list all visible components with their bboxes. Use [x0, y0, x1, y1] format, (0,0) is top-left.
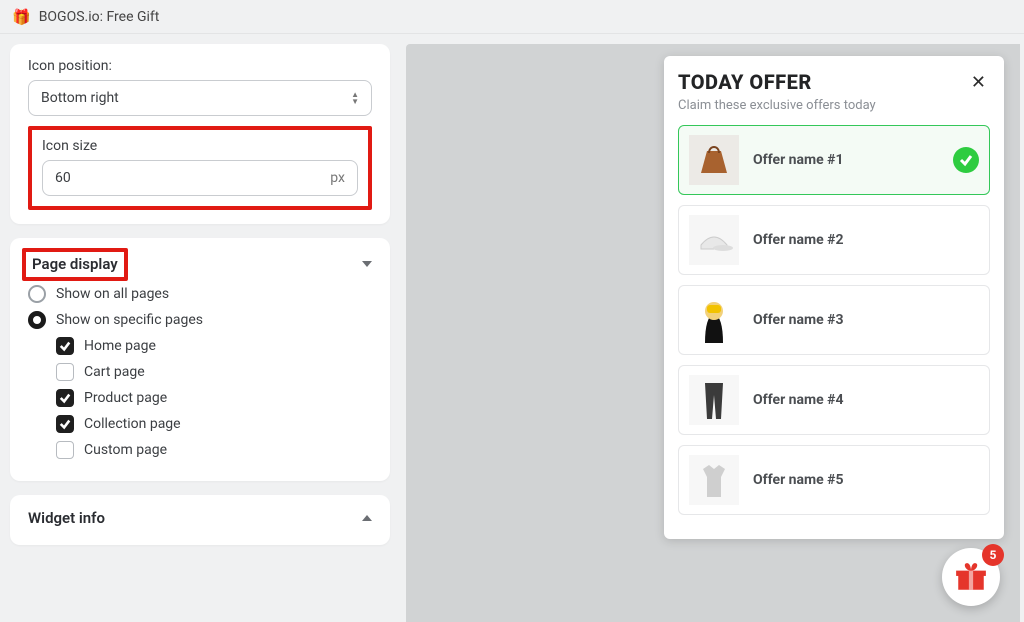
icon-position-value: Bottom right [41, 90, 119, 106]
checkbox-label: Home page [84, 338, 156, 354]
checkbox-icon [56, 415, 74, 433]
offer-thumb [689, 455, 739, 505]
icon-size-unit: px [330, 170, 345, 186]
radio-show-specific-label: Show on specific pages [56, 312, 203, 328]
offer-name: Offer name #3 [753, 312, 979, 328]
offer-item[interactable]: Offer name #1 [678, 125, 990, 195]
gift-icon: 🎁 [12, 8, 31, 26]
radio-show-all[interactable]: Show on all pages [28, 285, 372, 303]
check-circle-icon [953, 147, 979, 173]
radio-icon [28, 285, 46, 303]
icon-size-input[interactable]: 60 px [42, 160, 358, 196]
offer-name: Offer name #1 [753, 152, 939, 168]
card-widget-info: Widget info [10, 495, 390, 545]
app-title: BOGOS.io: Free Gift [39, 9, 160, 25]
card-icon-settings: Icon position: Bottom right ▲▼ Icon size… [10, 44, 390, 224]
offer-panel-title: TODAY OFFER [678, 70, 876, 94]
offer-name: Offer name #4 [753, 392, 979, 408]
offer-item[interactable]: Offer name #5 [678, 445, 990, 515]
preview-area: TODAY OFFER Claim these exclusive offers… [406, 44, 1020, 622]
radio-show-all-label: Show on all pages [56, 286, 169, 302]
launcher-badge: 5 [982, 544, 1004, 566]
offer-item[interactable]: Offer name #3 [678, 285, 990, 355]
offer-name: Offer name #5 [753, 472, 979, 488]
close-icon[interactable]: ✕ [967, 70, 990, 95]
checkbox-label: Product page [84, 390, 167, 406]
checkbox-icon [56, 363, 74, 381]
offer-panel-subtitle: Claim these exclusive offers today [678, 98, 876, 113]
offer-item[interactable]: Offer name #4 [678, 365, 990, 435]
app-titlebar: 🎁 BOGOS.io: Free Gift [0, 0, 1024, 34]
page-display-title-highlight: Page display [22, 248, 128, 281]
offer-name: Offer name #2 [753, 232, 979, 248]
checkbox-custom-page[interactable]: Custom page [56, 441, 372, 459]
chevron-down-icon[interactable] [362, 261, 372, 267]
checkbox-home-page[interactable]: Home page [56, 337, 372, 355]
checkbox-icon [56, 441, 74, 459]
select-stepper-icon: ▲▼ [351, 92, 359, 105]
checkbox-label: Cart page [84, 364, 145, 380]
checkbox-icon [56, 337, 74, 355]
checkbox-cart-page[interactable]: Cart page [56, 363, 372, 381]
checkbox-label: Custom page [84, 442, 167, 458]
gift-launcher-button[interactable]: 5 [942, 548, 1000, 606]
card-page-display: Page display Show on all pages Show on s… [10, 238, 390, 481]
icon-position-label: Icon position: [28, 58, 372, 74]
checkbox-icon [56, 389, 74, 407]
radio-icon [28, 311, 46, 329]
icon-size-highlight: Icon size 60 px [28, 126, 372, 210]
icon-position-select[interactable]: Bottom right ▲▼ [28, 80, 372, 116]
offer-item[interactable]: Offer name #2 [678, 205, 990, 275]
widget-info-title: Widget info [28, 509, 105, 527]
offer-thumb [689, 135, 739, 185]
gift-icon [954, 560, 988, 594]
offer-thumb [689, 215, 739, 265]
radio-show-specific[interactable]: Show on specific pages [28, 311, 372, 329]
icon-size-value: 60 [55, 170, 71, 186]
checkbox-label: Collection page [84, 416, 181, 432]
chevron-up-icon[interactable] [362, 515, 372, 521]
offer-thumb [689, 375, 739, 425]
offer-panel: TODAY OFFER Claim these exclusive offers… [664, 56, 1004, 539]
offer-thumb [689, 295, 739, 345]
checkbox-collection-page[interactable]: Collection page [56, 415, 372, 433]
icon-size-label: Icon size [42, 138, 358, 154]
checkbox-product-page[interactable]: Product page [56, 389, 372, 407]
page-display-title: Page display [32, 255, 118, 273]
